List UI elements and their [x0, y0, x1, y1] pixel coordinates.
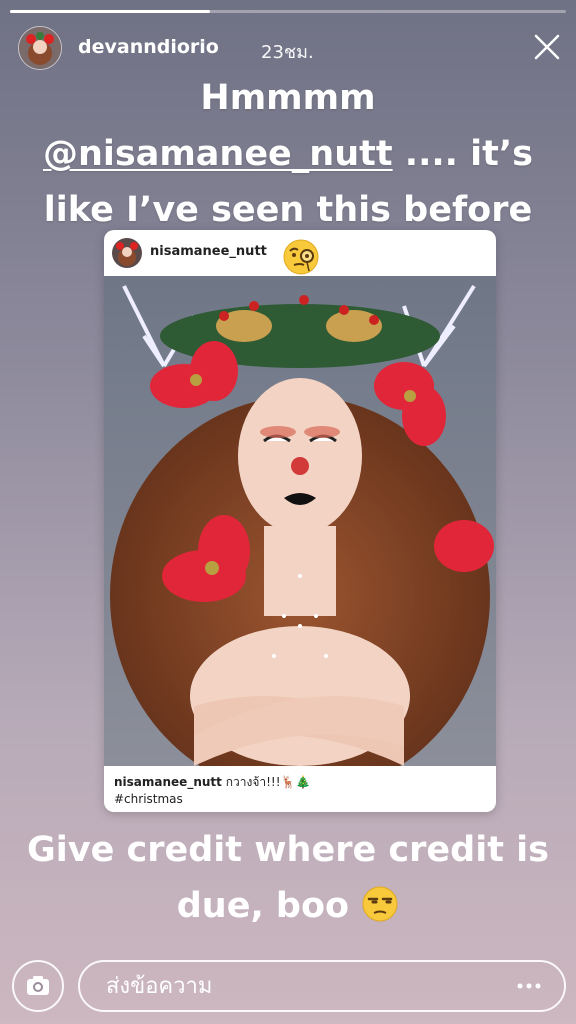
story-username[interactable]: devanndiorio [78, 36, 219, 58]
embedded-post-header: nisamanee_nutt [104, 230, 496, 276]
story-timestamp: 23ชม. [261, 42, 314, 63]
story-caption-bottom: Give credit where credit is due, boo [20, 822, 556, 934]
embedded-post-caption: nisamanee_nutt กวางจ้า!!!🦌🎄 #christmas [114, 774, 494, 808]
camera-button[interactable] [12, 960, 64, 1012]
more-dots-icon [517, 983, 541, 989]
avatar[interactable] [18, 26, 62, 70]
more-options-button[interactable] [514, 974, 544, 998]
caption-line-2: @nisamanee_nutt .... it’s [20, 126, 556, 182]
embedded-post-avatar [112, 238, 142, 268]
story-progress-fill [10, 10, 211, 13]
embedded-post-caption-username: nisamanee_nutt [114, 775, 222, 789]
embedded-post-username: nisamanee_nutt [150, 244, 267, 259]
embedded-post-caption-text: กวางจ้า!!!🦌🎄 [225, 775, 311, 789]
caption-line-2-rest: .... it’s [392, 134, 534, 174]
caption-bottom-text: Give credit where credit is due, boo [27, 830, 549, 926]
caption-line-1: Hmmmm [200, 78, 376, 118]
reply-message-input[interactable] [78, 960, 566, 1012]
story-header: devanndiorio 23ชม. [18, 26, 562, 70]
story-caption-top: Hmmmm @nisamanee_nutt .... it’s like I’v… [20, 70, 556, 238]
camera-icon [27, 976, 49, 995]
embedded-post-photo [104, 276, 496, 798]
close-icon [534, 34, 560, 60]
user-mention[interactable]: @nisamanee_nutt [43, 134, 393, 174]
close-button[interactable] [532, 32, 562, 62]
embedded-post-hashtag[interactable]: #christmas [114, 792, 183, 806]
story-footer [12, 958, 566, 1014]
embedded-post-card[interactable]: nisamanee_nutt nisamanee_nutt กวางจ้า!!!… [104, 230, 496, 812]
unamused-face-icon [362, 886, 398, 922]
story-progress-bar [10, 10, 566, 13]
monocle-face-icon [283, 239, 319, 275]
